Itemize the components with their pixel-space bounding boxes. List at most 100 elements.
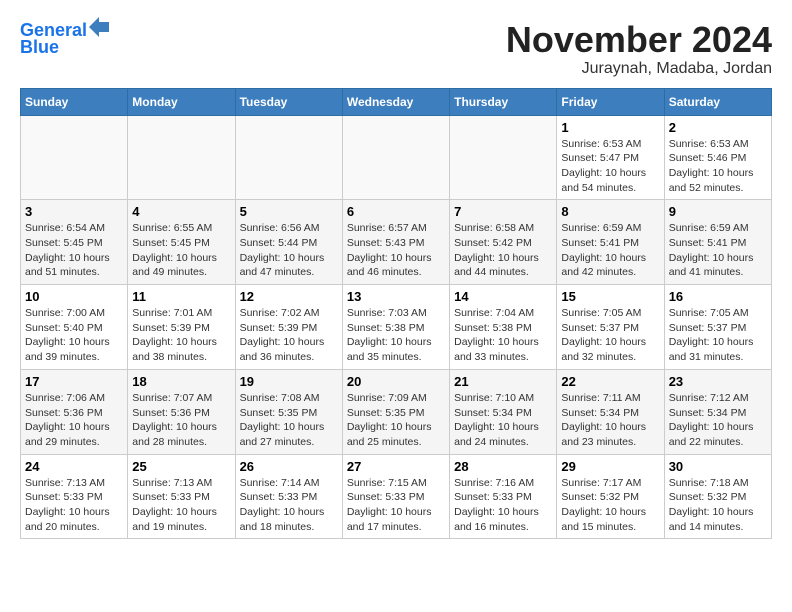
calendar-cell: 20 Sunrise: 7:09 AM Sunset: 5:35 PM Dayli…	[342, 369, 449, 454]
day-info: Sunrise: 7:12 AM Sunset: 5:34 PM Dayligh…	[669, 391, 767, 450]
location-subtitle: Juraynah, Madaba, Jordan	[506, 60, 772, 78]
week-row-4: 17 Sunrise: 7:06 AM Sunset: 5:36 PM Dayli…	[21, 369, 772, 454]
day-info: Sunrise: 6:53 AM Sunset: 5:47 PM Dayligh…	[561, 137, 659, 196]
calendar-cell: 10 Sunrise: 7:00 AM Sunset: 5:40 PM Dayli…	[21, 285, 128, 370]
calendar-cell: 16 Sunrise: 7:05 AM Sunset: 5:37 PM Dayli…	[664, 285, 771, 370]
day-info: Sunrise: 7:05 AM Sunset: 5:37 PM Dayligh…	[561, 306, 659, 365]
calendar-cell: 27 Sunrise: 7:15 AM Sunset: 5:33 PM Dayli…	[342, 454, 449, 539]
day-number: 8	[561, 204, 659, 219]
calendar-cell	[450, 115, 557, 200]
calendar-header-row: SundayMondayTuesdayWednesdayThursdayFrid…	[21, 88, 772, 115]
column-header-tuesday: Tuesday	[235, 88, 342, 115]
day-info: Sunrise: 6:58 AM Sunset: 5:42 PM Dayligh…	[454, 221, 552, 280]
day-number: 23	[669, 374, 767, 389]
calendar-cell: 5Sunrise: 6:56 AM Sunset: 5:44 PM Daylig…	[235, 200, 342, 285]
day-number: 29	[561, 459, 659, 474]
day-info: Sunrise: 6:55 AM Sunset: 5:45 PM Dayligh…	[132, 221, 230, 280]
day-info: Sunrise: 6:54 AM Sunset: 5:45 PM Dayligh…	[25, 221, 123, 280]
day-info: Sunrise: 7:06 AM Sunset: 5:36 PM Dayligh…	[25, 391, 123, 450]
title-area: November 2024 Juraynah, Madaba, Jordan	[506, 20, 772, 78]
calendar-cell: 7Sunrise: 6:58 AM Sunset: 5:42 PM Daylig…	[450, 200, 557, 285]
calendar-cell: 15 Sunrise: 7:05 AM Sunset: 5:37 PM Dayli…	[557, 285, 664, 370]
day-info: Sunrise: 7:18 AM Sunset: 5:32 PM Dayligh…	[669, 476, 767, 535]
calendar-cell: 28Sunrise: 7:16 AM Sunset: 5:33 PM Dayli…	[450, 454, 557, 539]
calendar-cell: 8 Sunrise: 6:59 AM Sunset: 5:41 PM Daylig…	[557, 200, 664, 285]
calendar-cell: 14 Sunrise: 7:04 AM Sunset: 5:38 PM Dayli…	[450, 285, 557, 370]
week-row-2: 3 Sunrise: 6:54 AM Sunset: 5:45 PM Daylig…	[21, 200, 772, 285]
column-header-saturday: Saturday	[664, 88, 771, 115]
day-number: 1	[561, 120, 659, 135]
day-number: 15	[561, 289, 659, 304]
day-number: 18	[132, 374, 230, 389]
day-number: 22	[561, 374, 659, 389]
day-info: Sunrise: 7:01 AM Sunset: 5:39 PM Dayligh…	[132, 306, 230, 365]
day-number: 14	[454, 289, 552, 304]
calendar-cell: 26 Sunrise: 7:14 AM Sunset: 5:33 PM Dayli…	[235, 454, 342, 539]
day-number: 6	[347, 204, 445, 219]
day-number: 26	[240, 459, 338, 474]
calendar-cell: 12Sunrise: 7:02 AM Sunset: 5:39 PM Dayli…	[235, 285, 342, 370]
logo-arrow-icon	[89, 17, 109, 37]
day-info: Sunrise: 7:02 AM Sunset: 5:39 PM Dayligh…	[240, 306, 338, 365]
day-number: 4	[132, 204, 230, 219]
calendar-cell	[235, 115, 342, 200]
day-info: Sunrise: 7:11 AM Sunset: 5:34 PM Dayligh…	[561, 391, 659, 450]
day-number: 3	[25, 204, 123, 219]
calendar-cell: 21 Sunrise: 7:10 AM Sunset: 5:34 PM Dayli…	[450, 369, 557, 454]
day-info: Sunrise: 6:59 AM Sunset: 5:41 PM Dayligh…	[561, 221, 659, 280]
day-info: Sunrise: 7:16 AM Sunset: 5:33 PM Dayligh…	[454, 476, 552, 535]
calendar-cell: 23 Sunrise: 7:12 AM Sunset: 5:34 PM Dayli…	[664, 369, 771, 454]
calendar-cell: 18Sunrise: 7:07 AM Sunset: 5:36 PM Dayli…	[128, 369, 235, 454]
day-number: 27	[347, 459, 445, 474]
calendar-cell: 11 Sunrise: 7:01 AM Sunset: 5:39 PM Dayli…	[128, 285, 235, 370]
day-info: Sunrise: 6:56 AM Sunset: 5:44 PM Dayligh…	[240, 221, 338, 280]
logo: General Blue	[20, 20, 109, 58]
week-row-5: 24Sunrise: 7:13 AM Sunset: 5:33 PM Dayli…	[21, 454, 772, 539]
day-info: Sunrise: 7:00 AM Sunset: 5:40 PM Dayligh…	[25, 306, 123, 365]
day-number: 20	[347, 374, 445, 389]
day-info: Sunrise: 7:03 AM Sunset: 5:38 PM Dayligh…	[347, 306, 445, 365]
calendar-cell: 4 Sunrise: 6:55 AM Sunset: 5:45 PM Daylig…	[128, 200, 235, 285]
day-info: Sunrise: 7:05 AM Sunset: 5:37 PM Dayligh…	[669, 306, 767, 365]
day-number: 11	[132, 289, 230, 304]
column-header-friday: Friday	[557, 88, 664, 115]
day-info: Sunrise: 7:13 AM Sunset: 5:33 PM Dayligh…	[25, 476, 123, 535]
day-number: 9	[669, 204, 767, 219]
day-info: Sunrise: 7:04 AM Sunset: 5:38 PM Dayligh…	[454, 306, 552, 365]
calendar-cell: 30 Sunrise: 7:18 AM Sunset: 5:32 PM Dayli…	[664, 454, 771, 539]
day-number: 16	[669, 289, 767, 304]
calendar-cell: 22 Sunrise: 7:11 AM Sunset: 5:34 PM Dayli…	[557, 369, 664, 454]
month-title: November 2024	[506, 20, 772, 60]
day-number: 30	[669, 459, 767, 474]
calendar-cell: 17 Sunrise: 7:06 AM Sunset: 5:36 PM Dayli…	[21, 369, 128, 454]
calendar-cell: 24Sunrise: 7:13 AM Sunset: 5:33 PM Dayli…	[21, 454, 128, 539]
day-number: 17	[25, 374, 123, 389]
day-info: Sunrise: 7:10 AM Sunset: 5:34 PM Dayligh…	[454, 391, 552, 450]
calendar-cell: 9Sunrise: 6:59 AM Sunset: 5:41 PM Daylig…	[664, 200, 771, 285]
calendar-table: SundayMondayTuesdayWednesdayThursdayFrid…	[20, 88, 772, 540]
week-row-1: 1 Sunrise: 6:53 AM Sunset: 5:47 PM Daylig…	[21, 115, 772, 200]
calendar-cell	[128, 115, 235, 200]
day-number: 21	[454, 374, 552, 389]
day-info: Sunrise: 7:13 AM Sunset: 5:33 PM Dayligh…	[132, 476, 230, 535]
calendar-cell: 29 Sunrise: 7:17 AM Sunset: 5:32 PM Dayli…	[557, 454, 664, 539]
calendar-cell: 3 Sunrise: 6:54 AM Sunset: 5:45 PM Daylig…	[21, 200, 128, 285]
day-number: 25	[132, 459, 230, 474]
day-info: Sunrise: 7:17 AM Sunset: 5:32 PM Dayligh…	[561, 476, 659, 535]
calendar-cell	[342, 115, 449, 200]
calendar-cell: 6 Sunrise: 6:57 AM Sunset: 5:43 PM Daylig…	[342, 200, 449, 285]
calendar-cell	[21, 115, 128, 200]
day-number: 10	[25, 289, 123, 304]
day-info: Sunrise: 7:14 AM Sunset: 5:33 PM Dayligh…	[240, 476, 338, 535]
day-number: 19	[240, 374, 338, 389]
day-info: Sunrise: 6:57 AM Sunset: 5:43 PM Dayligh…	[347, 221, 445, 280]
calendar-cell: 25 Sunrise: 7:13 AM Sunset: 5:33 PM Dayli…	[128, 454, 235, 539]
day-info: Sunrise: 7:09 AM Sunset: 5:35 PM Dayligh…	[347, 391, 445, 450]
column-header-sunday: Sunday	[21, 88, 128, 115]
day-info: Sunrise: 6:53 AM Sunset: 5:46 PM Dayligh…	[669, 137, 767, 196]
day-number: 2	[669, 120, 767, 135]
calendar-cell: 2 Sunrise: 6:53 AM Sunset: 5:46 PM Daylig…	[664, 115, 771, 200]
column-header-monday: Monday	[128, 88, 235, 115]
day-info: Sunrise: 7:15 AM Sunset: 5:33 PM Dayligh…	[347, 476, 445, 535]
column-header-wednesday: Wednesday	[342, 88, 449, 115]
